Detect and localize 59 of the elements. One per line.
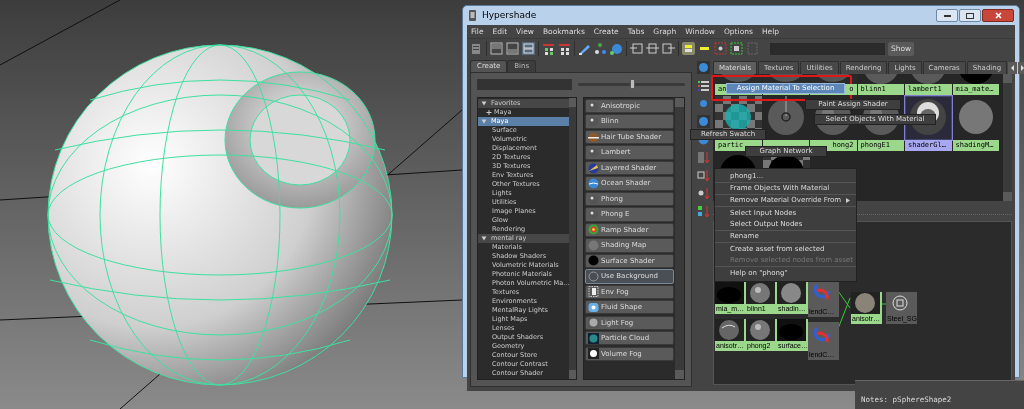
bottom-panel-layout-icon: [506, 42, 519, 55]
in-out-connections-icon: [646, 42, 659, 55]
node-network-icon: [594, 42, 607, 55]
top-panel-layout-icon: [490, 42, 503, 55]
plus-icon[interactable]: [486, 110, 492, 115]
list-icon: [470, 42, 483, 55]
scroll-left-icon: [1008, 62, 1018, 74]
particle-cloud-icon: [588, 332, 599, 344]
connection-line: [881, 303, 887, 305]
split-layout-icon: [522, 42, 535, 55]
sort-size-icon[interactable]: [696, 205, 710, 218]
scrollbar[interactable]: [569, 98, 576, 379]
window-title: Hypershade: [482, 8, 537, 22]
ring-icon: [588, 270, 599, 282]
output-connections-icon: [662, 42, 675, 55]
search-field[interactable]: [770, 42, 885, 55]
expand-triangle-icon[interactable]: [481, 119, 487, 124]
node-graph-icon: [542, 42, 555, 55]
select-node-icon: [730, 42, 743, 55]
expand-triangle-icon[interactable]: [481, 236, 487, 241]
filter-field[interactable]: [477, 79, 572, 90]
input-connections-icon: [630, 42, 643, 55]
render-node-icon: [714, 42, 727, 55]
node-swatch-image: [851, 292, 880, 314]
hypergraph-icon: [682, 42, 695, 55]
layered-ball-icon: [588, 162, 599, 174]
fluid-icon: [588, 301, 599, 313]
node-swatch-image: [746, 319, 775, 341]
ramp-ball-icon: [588, 224, 599, 236]
close-button[interactable]: [982, 9, 1014, 22]
minimize-icon: [943, 14, 951, 17]
dashed-frame-icon: [746, 42, 759, 55]
light-fog-icon: [588, 317, 599, 329]
sphere-icon[interactable]: [696, 115, 710, 128]
brush-icon: [578, 42, 591, 55]
maximize-button[interactable]: [959, 9, 981, 22]
sort-type-icon[interactable]: [696, 169, 710, 182]
minimize-button[interactable]: [936, 9, 958, 22]
env-fog-icon: [588, 286, 599, 298]
striped-ball-icon: [588, 131, 599, 143]
slider-thumb[interactable]: [629, 79, 635, 89]
node-swatch-image: [777, 319, 806, 341]
solid-disc-icon: [588, 255, 599, 267]
flat-disc-icon: [588, 239, 599, 251]
submenu-arrow-icon: [846, 198, 850, 203]
close-icon: [994, 12, 1002, 19]
volume-fog-icon: [588, 348, 599, 360]
scrollbar[interactable]: [675, 98, 684, 379]
sphere-network-icon: [610, 42, 623, 55]
scrollbar[interactable]: [1003, 74, 1012, 201]
sphere-icon[interactable]: [696, 61, 710, 74]
sort-time-icon[interactable]: [696, 187, 710, 200]
app-icon: [468, 10, 477, 21]
node-swatch-image: [715, 282, 744, 304]
list-icon[interactable]: [696, 79, 710, 92]
ocean-ball-icon: [588, 178, 599, 189]
maximize-icon: [966, 12, 974, 19]
node-graph-icon: [558, 42, 571, 55]
expand-triangle-icon[interactable]: [481, 101, 487, 106]
